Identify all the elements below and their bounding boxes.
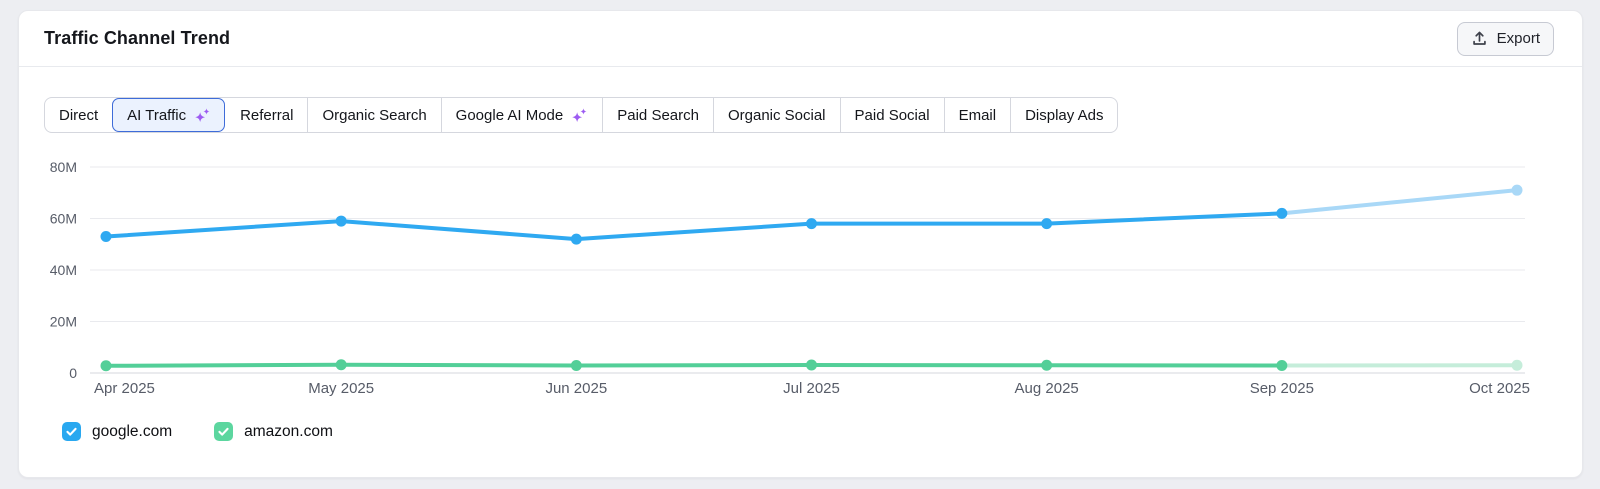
tab-label: Paid Search [617,106,699,124]
tab-organic-social[interactable]: Organic Social [712,98,840,132]
tab-paid-search[interactable]: Paid Search [602,98,713,132]
x-axis-label: Oct 2025 [1469,380,1530,397]
tab-display-ads[interactable]: Display Ads [1010,98,1117,132]
chart-area: 0 20M 40M 60M 80M Apr 2025 May 2025 Jun 2025 Jul… [44,151,1558,408]
x-axis-label: Aug 2025 [1015,380,1079,397]
x-axis-labels: Apr 2025 May 2025 Jun 2025 Jul 2025 Aug 2025… [94,380,1530,397]
card-body: Direct AI Traffic Referral Organic Search Go… [19,67,1582,441]
tab-direct[interactable]: Direct [45,98,112,132]
channel-tabs: Direct AI Traffic Referral Organic Search Go… [44,97,1119,133]
data-point[interactable] [570,233,582,245]
panel-title: Traffic Channel Trend [44,28,231,48]
tab-label: Google AI Mode [455,106,564,124]
series-google-com [100,184,1523,245]
x-axis-label: Apr 2025 [94,380,155,397]
checkmark-icon [66,427,77,436]
checkmark-icon [218,427,229,436]
data-point[interactable] [570,360,582,372]
data-point[interactable] [100,360,112,372]
tab-google-ai-mode[interactable]: Google AI Mode [440,98,603,132]
trend-chart: 0 20M 40M 60M 80M Apr 2025 May 2025 Jun 2025 Jul… [50,159,1530,397]
legend-item-google-com[interactable]: google.com [62,422,172,441]
series-amazon-com [100,359,1523,372]
chart-legend: google.com amazon.com [44,422,1558,441]
x-axis-label: Jul 2025 [783,380,840,397]
data-point[interactable] [1276,360,1288,372]
data-point[interactable] [806,218,817,230]
data-point[interactable] [100,231,112,243]
tab-label: Direct [59,106,99,124]
y-axis-label: 60M [50,211,77,227]
y-axis-label: 0 [69,365,77,381]
export-button[interactable]: Export [1456,21,1554,56]
data-point[interactable] [1511,184,1523,196]
ai-sparkle-icon [194,107,211,124]
y-axis-label: 20M [50,314,77,330]
x-axis-label: May 2025 [308,380,374,397]
data-point[interactable] [1041,218,1053,230]
tab-referral[interactable]: Referral [225,98,307,132]
legend-checkbox-amazon-com[interactable] [214,422,234,441]
data-point[interactable] [1041,359,1053,371]
export-button-label: Export [1496,30,1540,47]
data-point[interactable] [1276,207,1288,219]
card-header: Traffic Channel Trend Export [19,11,1582,67]
data-point[interactable] [335,359,347,371]
data-point[interactable] [335,215,347,227]
legend-label: amazon.com [244,422,333,440]
y-axis-label: 40M [50,262,77,278]
projected-segment [1279,188,1519,216]
tab-label: Paid Social [854,106,930,124]
export-upload-icon [1471,30,1488,47]
trend-line [104,211,1284,242]
x-axis-label: Jun 2025 [545,380,607,397]
x-axis-label: Sep 2025 [1250,380,1314,397]
y-axis-label: 80M [50,159,77,175]
legend-checkbox-google-com[interactable] [62,422,81,441]
tab-label: Referral [240,106,294,124]
trend-line [104,362,1284,368]
tab-label: Organic Social [727,106,826,124]
legend-item-amazon-com[interactable]: amazon.com [214,422,333,441]
tab-label: Organic Search [322,106,427,124]
tab-label: Email [958,106,997,124]
data-point[interactable] [1511,359,1523,371]
ai-sparkle-icon [571,107,588,124]
tab-email[interactable]: Email [943,98,1011,132]
gridlines: 0 20M 40M 60M 80M [50,159,1525,381]
tab-paid-social[interactable]: Paid Social [839,98,944,132]
tab-ai-traffic[interactable]: AI Traffic [112,98,226,132]
tab-label: Display Ads [1025,106,1104,124]
legend-label: google.com [92,422,173,440]
traffic-channel-trend-card: Traffic Channel Trend Export Direct AI Tr… [18,10,1583,478]
tab-organic-search[interactable]: Organic Search [307,98,440,132]
tab-label: AI Traffic [127,106,187,124]
data-point[interactable] [806,359,817,371]
